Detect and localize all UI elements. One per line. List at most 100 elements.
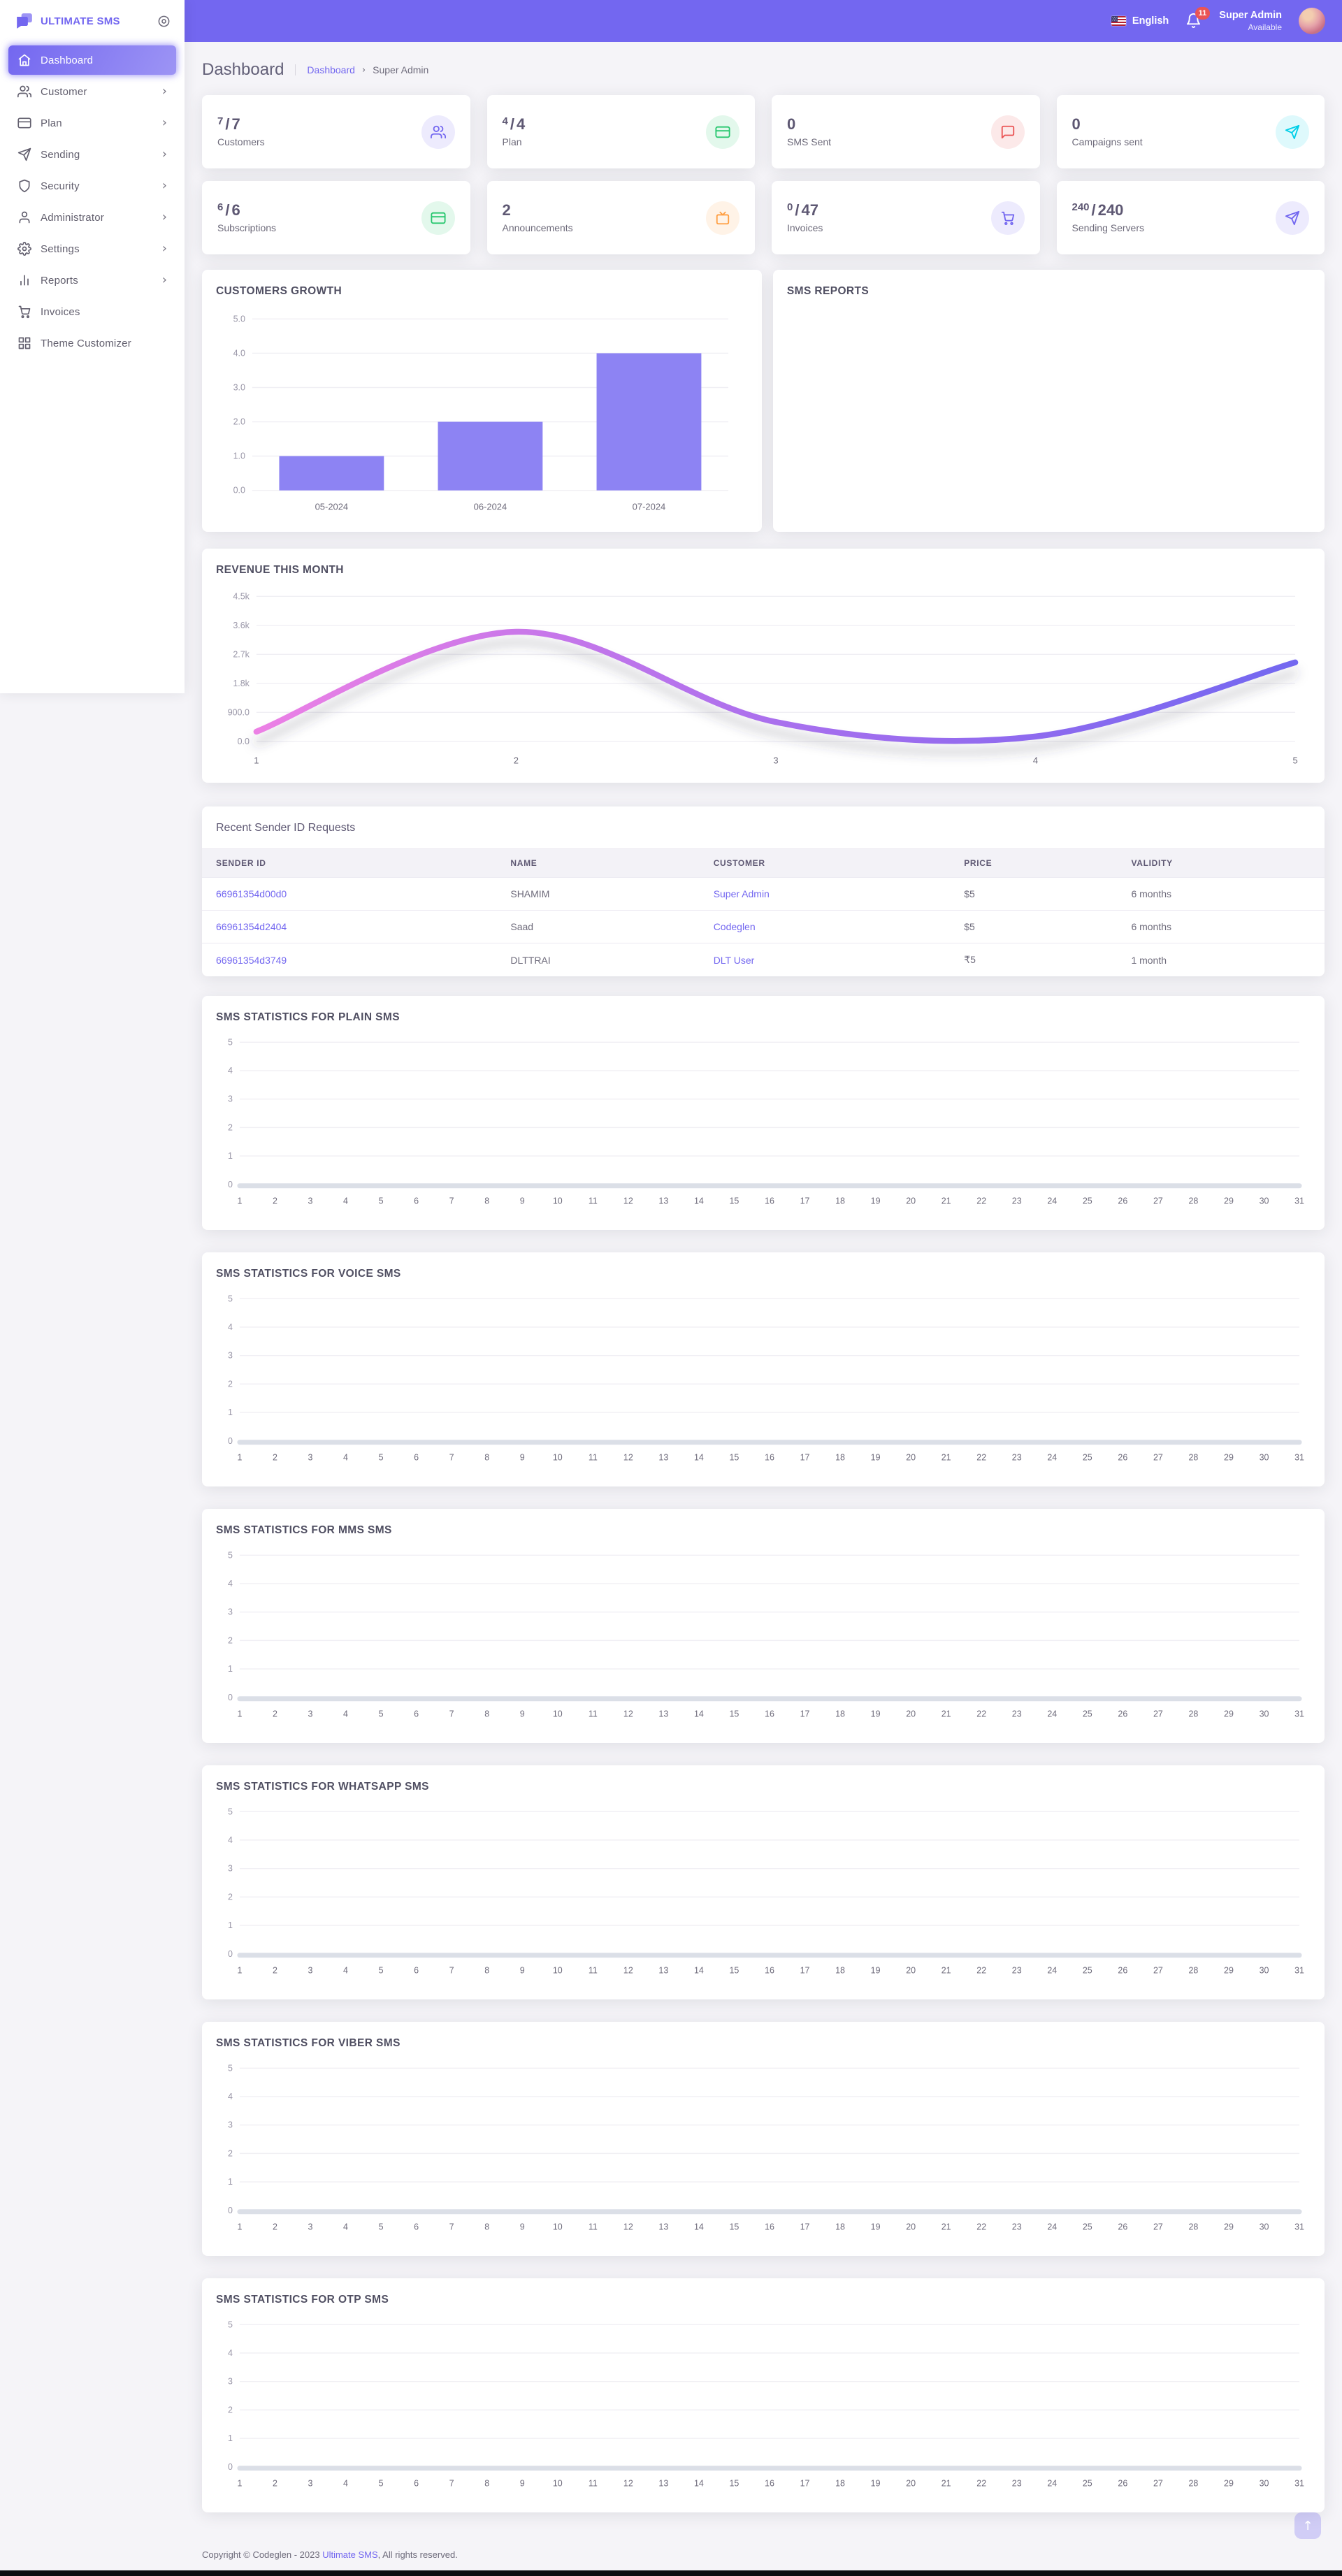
cell-customer-link[interactable]: Codeglen bbox=[714, 921, 756, 932]
cell-sender-id-link[interactable]: 66961354d2404 bbox=[216, 921, 287, 932]
svg-text:25: 25 bbox=[1083, 1196, 1092, 1206]
svg-text:14: 14 bbox=[694, 1966, 704, 1976]
svg-text:5: 5 bbox=[228, 2063, 233, 2073]
svg-text:25: 25 bbox=[1083, 1709, 1092, 1719]
sidebar-item-dashboard[interactable]: Dashboard bbox=[8, 45, 176, 75]
breadcrumb-root-link[interactable]: Dashboard bbox=[307, 64, 355, 75]
cart-icon bbox=[17, 305, 31, 319]
svg-text:15: 15 bbox=[730, 1966, 739, 1976]
sms-stats-title: SMS STATISTICS FOR MMS SMS bbox=[216, 1524, 392, 1536]
notification-count-badge: 11 bbox=[1195, 7, 1211, 20]
svg-text:5: 5 bbox=[228, 1807, 233, 1816]
svg-text:17: 17 bbox=[800, 1453, 810, 1463]
customers-growth-title: CUSTOMERS GROWTH bbox=[216, 285, 342, 297]
svg-text:4.0: 4.0 bbox=[233, 348, 245, 358]
svg-text:9: 9 bbox=[520, 1709, 525, 1719]
sms-stats-card-3: SMS STATISTICS FOR WHATSAPP SMS 5 4 3 2 1 0 1 2 3… bbox=[202, 1765, 1325, 1999]
sidebar-item-sending[interactable]: Sending › bbox=[8, 140, 176, 169]
svg-text:18: 18 bbox=[835, 1709, 845, 1719]
svg-text:2: 2 bbox=[228, 1122, 233, 1132]
sms-stats-title: SMS STATISTICS FOR PLAIN SMS bbox=[216, 1011, 400, 1023]
stat-label: Plan bbox=[502, 136, 522, 147]
sidebar-item-theme-customizer[interactable]: Theme Customizer bbox=[8, 328, 176, 358]
cell-customer-link[interactable]: DLT User bbox=[714, 955, 755, 966]
bar-chart-icon bbox=[17, 273, 31, 287]
svg-text:4: 4 bbox=[1033, 755, 1038, 766]
svg-text:31: 31 bbox=[1294, 1709, 1304, 1719]
svg-text:06-2024: 06-2024 bbox=[474, 502, 507, 512]
table-header-row: SENDER ID NAME CUSTOMER PRICE VALIDITY bbox=[202, 848, 1325, 878]
svg-text:5: 5 bbox=[228, 2320, 233, 2329]
cell-sender-id: 66961354d2404 bbox=[202, 910, 497, 943]
cell-customer-link[interactable]: Super Admin bbox=[714, 888, 770, 899]
svg-text:4: 4 bbox=[228, 1579, 233, 1589]
sidebar-item-administrator[interactable]: Administrator › bbox=[8, 203, 176, 232]
svg-text:2: 2 bbox=[273, 1453, 277, 1463]
svg-text:17: 17 bbox=[800, 2479, 810, 2489]
svg-text:9: 9 bbox=[520, 1966, 525, 1976]
svg-text:4.5k: 4.5k bbox=[233, 591, 250, 601]
stat-label: Subscriptions bbox=[217, 222, 277, 233]
svg-text:0: 0 bbox=[228, 1949, 233, 1959]
svg-text:11: 11 bbox=[589, 2479, 598, 2489]
sms-stats-chart: 5 4 3 2 1 0 1 2 3 4 5 6 7 8 9 10 11 12 13 14 15 16 17 18 19 20 21 2… bbox=[216, 2316, 1311, 2492]
cell-price: ₹5 bbox=[964, 954, 976, 965]
revenue-chart: 0.0 900.0 1.8k 2.7k 3.6k 4.5k 1 2 3 4 5 bbox=[216, 586, 1311, 769]
sidebar-item-label: Customer bbox=[41, 85, 87, 98]
stat-card-plan: 4/4 Plan bbox=[486, 95, 755, 168]
sidebar-item-label: Security bbox=[41, 180, 80, 192]
logo-row: ULTIMATE SMS bbox=[0, 0, 185, 39]
svg-text:15: 15 bbox=[730, 1453, 739, 1463]
stat-label: Customers bbox=[217, 136, 265, 147]
sidebar-pin-toggle-icon[interactable] bbox=[157, 15, 171, 28]
column-header-customer: CUSTOMER bbox=[699, 848, 951, 878]
sidebar-item-label: Theme Customizer bbox=[41, 337, 131, 349]
bottom-edge-bar bbox=[0, 2570, 1342, 2576]
avatar[interactable] bbox=[1299, 8, 1325, 34]
svg-text:27: 27 bbox=[1153, 1453, 1163, 1463]
svg-text:8: 8 bbox=[484, 1966, 489, 1976]
table-row: 66961354d00d0 SHAMIM Super Admin $5 6 months bbox=[202, 877, 1325, 911]
svg-text:24: 24 bbox=[1047, 2479, 1057, 2489]
svg-text:05-2024: 05-2024 bbox=[315, 502, 349, 512]
svg-text:2: 2 bbox=[228, 2148, 233, 2158]
language-selector[interactable]: English bbox=[1111, 15, 1169, 27]
svg-text:1: 1 bbox=[237, 1966, 242, 1976]
scroll-to-top-button[interactable]: ↑ bbox=[1294, 2512, 1321, 2539]
svg-text:4: 4 bbox=[343, 1196, 348, 1206]
user-menu[interactable]: Super Admin Available bbox=[1219, 9, 1282, 32]
sidebar-item-security[interactable]: Security › bbox=[8, 171, 176, 201]
sidebar-item-settings[interactable]: Settings › bbox=[8, 234, 176, 263]
notifications-button[interactable]: 11 bbox=[1185, 7, 1211, 29]
stat-value: 240/240 bbox=[1072, 201, 1124, 219]
svg-text:21: 21 bbox=[941, 1453, 951, 1463]
cell-sender-id-link[interactable]: 66961354d00d0 bbox=[216, 888, 287, 899]
cell-sender-id-link[interactable]: 66961354d3749 bbox=[216, 955, 287, 966]
sidebar-item-customer[interactable]: Customer › bbox=[8, 77, 176, 106]
svg-text:16: 16 bbox=[765, 1453, 774, 1463]
svg-text:22: 22 bbox=[976, 1709, 986, 1719]
svg-text:20: 20 bbox=[906, 2479, 916, 2489]
svg-text:5: 5 bbox=[379, 1709, 384, 1719]
svg-text:31: 31 bbox=[1294, 2479, 1304, 2489]
svg-text:2: 2 bbox=[273, 2479, 277, 2489]
svg-text:20: 20 bbox=[906, 1453, 916, 1463]
stat-card-text: 0 SMS Sent bbox=[787, 116, 831, 147]
svg-text:24: 24 bbox=[1047, 1196, 1057, 1206]
sidebar-item-reports[interactable]: Reports › bbox=[8, 266, 176, 295]
svg-text:22: 22 bbox=[976, 1196, 986, 1206]
svg-text:14: 14 bbox=[694, 1453, 704, 1463]
sidebar-item-invoices[interactable]: Invoices bbox=[8, 297, 176, 326]
sidebar-item-plan[interactable]: Plan › bbox=[8, 108, 176, 138]
svg-text:2.0: 2.0 bbox=[233, 417, 245, 427]
table-row: 66961354d2404 Saad Codeglen $5 6 months bbox=[202, 910, 1325, 943]
footer-brand-link[interactable]: Ultimate SMS bbox=[322, 2549, 377, 2560]
svg-text:4: 4 bbox=[343, 1966, 348, 1976]
svg-text:7: 7 bbox=[449, 2222, 454, 2232]
user-icon bbox=[17, 210, 31, 224]
sender-requests-table: SENDER ID NAME CUSTOMER PRICE VALIDITY 66961… bbox=[202, 848, 1325, 976]
svg-text:5: 5 bbox=[228, 1037, 233, 1047]
svg-text:12: 12 bbox=[623, 2479, 633, 2489]
svg-text:900.0: 900.0 bbox=[228, 707, 250, 717]
stat-card-text: 6/6 Subscriptions bbox=[217, 202, 277, 233]
